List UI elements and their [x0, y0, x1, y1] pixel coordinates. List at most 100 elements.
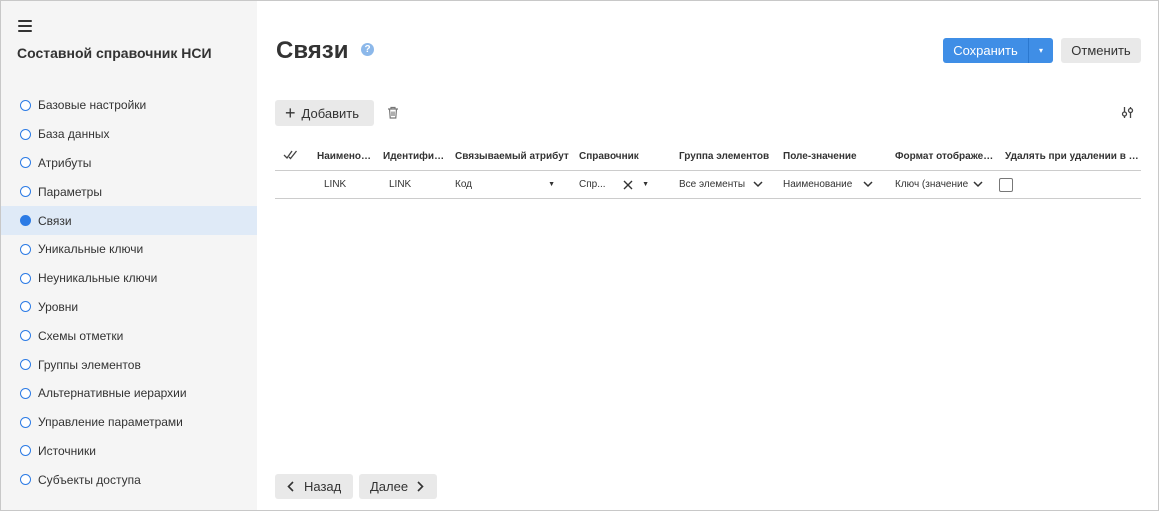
- sidebar-item-parameters[interactable]: Параметры: [1, 177, 257, 206]
- dictionary-value: Спр...: [579, 179, 606, 190]
- select-all-cell[interactable]: [275, 150, 309, 163]
- radio-icon: [20, 243, 31, 255]
- clear-icon[interactable]: [623, 180, 633, 190]
- sidebar-item-label: Неуникальные ключи: [38, 271, 158, 286]
- column-header-value-field[interactable]: Поле-значение: [775, 151, 887, 162]
- sidebar-item-alt-hierarchies[interactable]: Альтернативные иерархии: [1, 379, 257, 408]
- radio-icon: [20, 128, 31, 140]
- sidebar-item-links[interactable]: Связи: [1, 206, 257, 235]
- save-button-group: Сохранить ▾: [943, 38, 1053, 63]
- cell-name[interactable]: LINK: [309, 179, 375, 190]
- sidebar: Составной справочник НСИ Базовые настрой…: [1, 1, 257, 510]
- chevron-right-icon: [417, 481, 424, 492]
- radio-icon: [20, 272, 31, 284]
- sidebar-nav: Базовые настройки База данных Атрибуты П…: [1, 91, 257, 494]
- caret-down-icon[interactable]: ▼: [548, 181, 555, 188]
- format-select[interactable]: Ключ (значение: [887, 179, 997, 190]
- sidebar-item-label: Группы элементов: [38, 357, 141, 372]
- back-button[interactable]: Назад: [275, 474, 353, 499]
- app-window: Составной справочник НСИ Базовые настрой…: [0, 0, 1159, 511]
- sidebar-item-mark-schemes[interactable]: Схемы отметки: [1, 321, 257, 350]
- links-table: Наименование Идентификатор Связываемый а…: [275, 142, 1141, 199]
- column-header-dictionary[interactable]: Справочник: [571, 151, 671, 162]
- sidebar-item-label: Схемы отметки: [38, 328, 124, 343]
- radio-icon: [20, 330, 31, 342]
- value-field-select[interactable]: Наименование: [775, 179, 887, 190]
- group-value: Все элементы: [679, 179, 746, 190]
- delete-cascade-cell: [997, 177, 1141, 192]
- radio-icon: [20, 301, 31, 313]
- save-dropdown-button[interactable]: ▾: [1028, 38, 1053, 63]
- page-title: Связи: [276, 37, 349, 64]
- cancel-button[interactable]: Отменить: [1061, 38, 1141, 63]
- chevron-down-icon[interactable]: [973, 181, 983, 188]
- cell-id-text: LINK: [389, 179, 412, 190]
- plus-icon: +: [285, 103, 296, 123]
- radio-icon: [20, 387, 31, 399]
- radio-icon: [20, 99, 31, 111]
- sidebar-item-element-groups[interactable]: Группы элементов: [1, 350, 257, 379]
- sidebar-item-database[interactable]: База данных: [1, 120, 257, 149]
- sidebar-item-label: Связи: [38, 213, 72, 228]
- chevron-left-icon: [287, 481, 294, 492]
- sidebar-item-label: База данных: [38, 127, 110, 142]
- cell-name-text: LINK: [324, 179, 347, 190]
- sidebar-item-label: Альтернативные иерархии: [38, 386, 187, 401]
- value-field-value: Наименование: [783, 179, 853, 190]
- attribute-select[interactable]: Код ▼: [447, 179, 571, 190]
- chevron-down-icon[interactable]: [753, 181, 763, 188]
- column-settings-icon[interactable]: [1121, 106, 1134, 119]
- sidebar-item-label: Источники: [38, 443, 96, 458]
- help-icon[interactable]: ?: [361, 43, 374, 56]
- sidebar-item-label: Уровни: [38, 299, 79, 314]
- attribute-value: Код: [455, 179, 473, 190]
- table-row[interactable]: LINK LINK Код ▼ Спр... ▼ Все элементы На…: [275, 171, 1141, 199]
- sidebar-item-nonunique-keys[interactable]: Неуникальные ключи: [1, 264, 257, 293]
- table-header: Наименование Идентификатор Связываемый а…: [275, 142, 1141, 171]
- back-button-label: Назад: [304, 479, 342, 494]
- column-header-id[interactable]: Идентификатор: [375, 151, 447, 162]
- sidebar-item-basic-settings[interactable]: Базовые настройки: [1, 91, 257, 120]
- radio-icon: [20, 359, 31, 371]
- sidebar-item-label: Управление параметрами: [38, 415, 183, 430]
- sidebar-item-parameter-management[interactable]: Управление параметрами: [1, 408, 257, 437]
- sidebar-item-unique-keys[interactable]: Уникальные ключи: [1, 235, 257, 264]
- column-header-name[interactable]: Наименование: [309, 151, 375, 162]
- trash-icon[interactable]: [387, 106, 399, 119]
- column-header-format[interactable]: Формат отображения: [887, 151, 997, 162]
- sidebar-item-label: Атрибуты: [38, 155, 92, 170]
- radio-selected-icon: [20, 215, 31, 227]
- sidebar-item-label: Уникальные ключи: [38, 242, 144, 257]
- radio-icon: [20, 186, 31, 198]
- sidebar-item-label: Субъекты доступа: [38, 472, 141, 487]
- sidebar-item-label: Базовые настройки: [38, 98, 147, 113]
- sidebar-item-sources[interactable]: Источники: [1, 437, 257, 466]
- group-select[interactable]: Все элементы: [671, 179, 775, 190]
- double-check-icon[interactable]: [283, 150, 299, 160]
- dictionary-select[interactable]: Спр... ▼: [571, 179, 671, 190]
- cell-id[interactable]: LINK: [375, 179, 447, 190]
- sidebar-title: Составной справочник НСИ: [17, 45, 212, 61]
- column-header-group[interactable]: Группа элементов: [671, 151, 775, 162]
- next-button-label: Далее: [370, 479, 409, 494]
- column-header-attribute[interactable]: Связываемый атрибут: [447, 151, 571, 162]
- add-button-label: Добавить: [301, 105, 359, 121]
- caret-down-icon[interactable]: ▼: [642, 181, 649, 188]
- radio-icon: [20, 474, 31, 486]
- chevron-down-icon[interactable]: [863, 181, 873, 188]
- format-value: Ключ (значение: [895, 179, 969, 190]
- sidebar-item-access-subjects[interactable]: Субъекты доступа: [1, 465, 257, 494]
- radio-icon: [20, 445, 31, 457]
- save-button[interactable]: Сохранить: [943, 38, 1028, 63]
- column-header-delete-cascade[interactable]: Удалять при удалении в справочнике: [997, 151, 1141, 162]
- sidebar-item-label: Параметры: [38, 184, 102, 199]
- sidebar-item-levels[interactable]: Уровни: [1, 293, 257, 322]
- add-button[interactable]: + Добавить: [275, 100, 374, 126]
- hamburger-menu-icon[interactable]: [18, 20, 32, 32]
- next-button[interactable]: Далее: [359, 474, 437, 499]
- radio-icon: [20, 416, 31, 428]
- radio-icon: [20, 157, 31, 169]
- main-content: Связи ? Сохранить ▾ Отменить + Добавить: [257, 1, 1158, 510]
- delete-cascade-checkbox[interactable]: [999, 177, 1013, 192]
- sidebar-item-attributes[interactable]: Атрибуты: [1, 149, 257, 178]
